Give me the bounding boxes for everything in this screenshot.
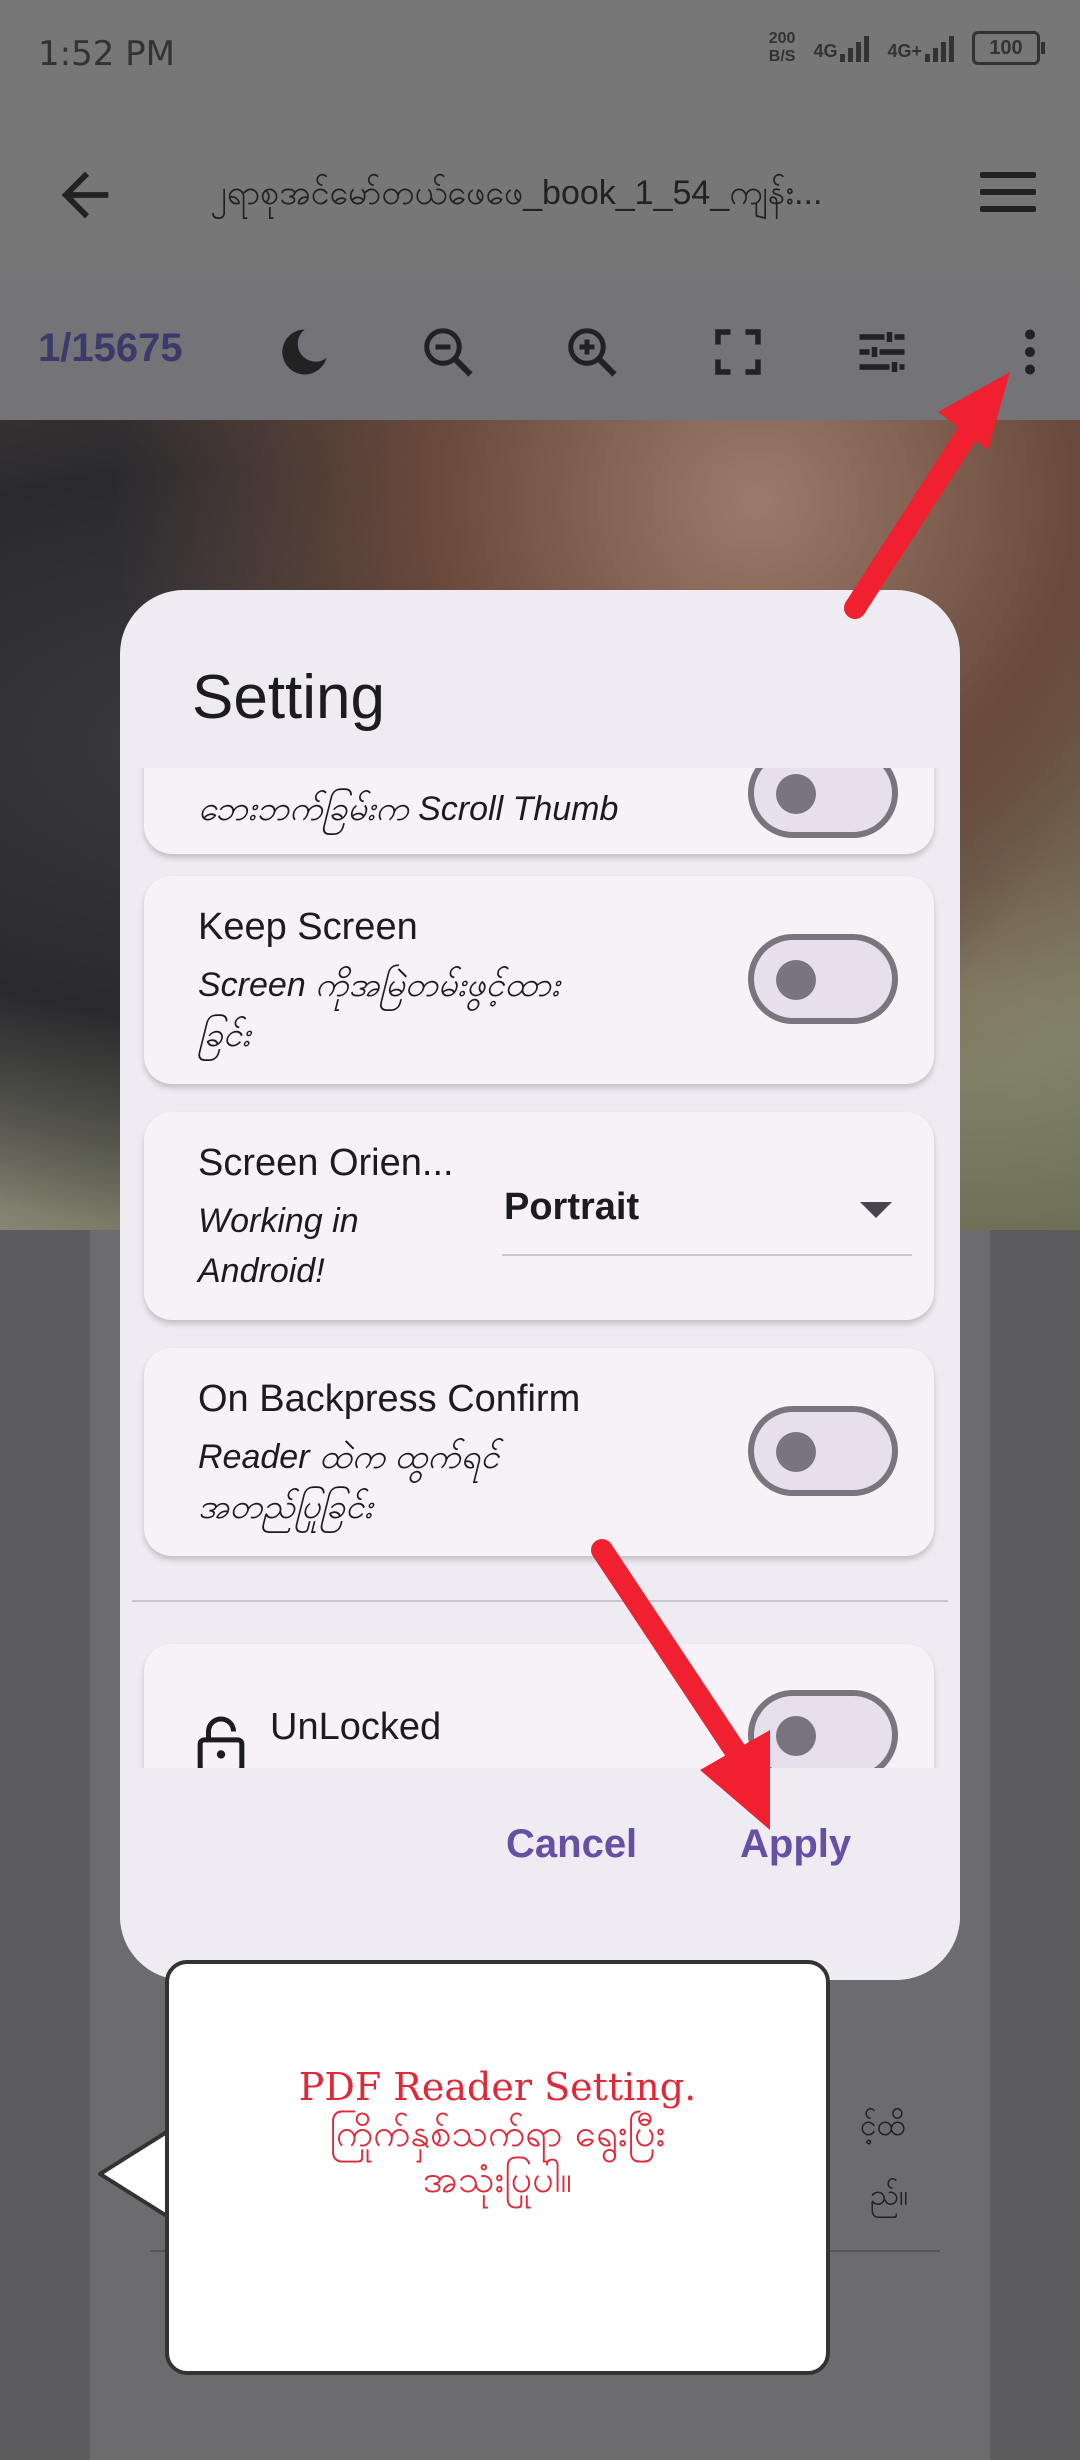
dialog-actions: Cancel Apply	[120, 1770, 960, 1980]
setting-keep-screen[interactable]: Keep Screen Screen ကိုအမြဲတမ်းဖွင့်ထား ခ…	[144, 876, 934, 1084]
bubble-tail	[98, 2128, 173, 2222]
hamburger-menu-icon[interactable]	[980, 172, 1036, 216]
keep-screen-toggle[interactable]	[748, 934, 898, 1024]
tooltip-bubble: PDF Reader Setting. ကြိုက်နှစ်သက်ရာ ရွေး…	[165, 1960, 830, 2375]
app-bar: ၂ရာစုအင်မော်တယ်ဖေဖေ_book_1_54_ကျန်း...	[0, 110, 1080, 280]
cancel-button[interactable]: Cancel	[506, 1822, 637, 1867]
tune-icon[interactable]	[852, 322, 912, 382]
status-bar: 1:52 PM 200 B/S 4G 4G+ 100	[0, 0, 1080, 110]
document-title: ၂ရာစုအင်မော်တယ်ဖေဖေ_book_1_54_ကျန်း...	[210, 174, 823, 212]
scroll-thumb-toggle[interactable]	[748, 768, 898, 838]
setting-backpress-confirm[interactable]: On Backpress Confirm Reader ထဲက ထွက်ရင် …	[144, 1348, 934, 1556]
signal-4g-icon: 4G	[813, 34, 870, 62]
back-arrow-icon[interactable]	[50, 160, 120, 230]
zoom-out-icon[interactable]	[418, 322, 478, 382]
more-vert-icon[interactable]	[1000, 322, 1060, 382]
unlocked-toggle[interactable]	[748, 1690, 898, 1768]
lock-open-icon	[197, 1716, 245, 1768]
divider	[132, 1600, 948, 1602]
dropdown-arrow-icon	[860, 1202, 892, 1218]
reader-toolbar: 1/15675	[0, 280, 1080, 420]
settings-dialog: Setting ဘေးဘက်ခြမ်းက Scroll Thumb Keep S…	[120, 590, 960, 1980]
dialog-title: Setting	[192, 663, 386, 732]
setting-scroll-thumb[interactable]: ဘေးဘက်ခြမ်းက Scroll Thumb	[144, 768, 934, 854]
page-indicator[interactable]: 1/15675	[38, 326, 183, 371]
battery-icon: 100	[972, 31, 1045, 65]
signal-4g-plus-icon: 4G+	[887, 34, 954, 62]
apply-button[interactable]: Apply	[740, 1822, 851, 1867]
moon-icon[interactable]	[274, 322, 334, 382]
setting-unlocked[interactable]: UnLocked	[144, 1644, 934, 1768]
setting-screen-orientation[interactable]: Screen Orien... Working in Android! Port…	[144, 1112, 934, 1320]
status-time: 1:52 PM	[38, 34, 175, 74]
backpress-confirm-toggle[interactable]	[748, 1406, 898, 1496]
settings-list[interactable]: ဘေးဘက်ခြမ်းက Scroll Thumb Keep Screen Sc…	[120, 768, 960, 1768]
fullscreen-icon[interactable]	[708, 322, 768, 382]
zoom-in-icon[interactable]	[562, 322, 622, 382]
net-speed: 200 B/S	[768, 30, 796, 65]
status-icons: 200 B/S 4G 4G+ 100	[768, 30, 1045, 66]
orientation-dropdown[interactable]: Portrait	[502, 1174, 912, 1256]
